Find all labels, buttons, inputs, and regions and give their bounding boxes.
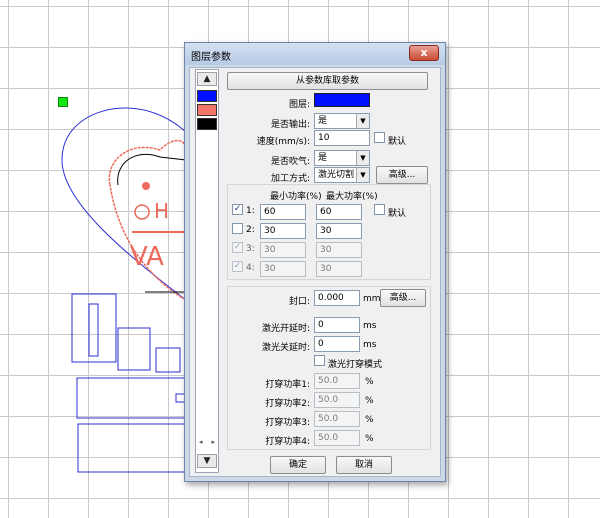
pierce-power-3-unit: % [365,415,374,425]
layer-swatch-coral[interactable] [197,104,217,116]
pierce-power-4-input[interactable]: 50.0 [314,430,360,446]
seal-label: 封口: [288,297,310,307]
layer-label: 图层: [288,100,310,110]
laser-off-delay-unit: ms [363,340,377,350]
power-row-2-min-input[interactable]: 30 [260,223,306,239]
scroll-up-icon[interactable]: ▲ [197,72,217,86]
ok-button[interactable]: 确定 [270,456,326,474]
dialog-titlebar[interactable]: 图层参数 x [185,43,445,65]
power-row-4-min-input[interactable]: 30 [260,261,306,277]
dialog-body: ▲ ◂ ▸ ▼ 从参数库取参数 图层: 是否输出: 是 ▼ 速度(mm/s): 1… [189,67,441,477]
power-row-1-max-input[interactable]: 60 [316,204,362,220]
layer-params-dialog: 图层参数 x ▲ ◂ ▸ ▼ 从参数库取参数 图层: 是否输出: 是 ▼ 速度(m… [184,42,446,482]
power-row-3-min-input[interactable]: 30 [260,242,306,258]
shape-rect-4 [155,347,181,373]
layer-swatch-blue[interactable] [197,90,217,102]
pierce-power-2-unit: % [365,396,374,406]
process-label: 加工方式: [270,174,310,184]
speed-input[interactable]: 10 [314,130,370,146]
power-row-4-label: 4: [246,263,255,273]
coral-badge [108,139,187,302]
chevron-down-icon: ▼ [356,114,369,128]
pierce-power-4-label: 打穿功率4: [265,437,310,447]
pierce-mode-checkbox[interactable] [314,355,325,366]
power-default-checkbox[interactable] [374,204,385,215]
power-row-1-min-input[interactable]: 60 [260,204,306,220]
speed-label: 速度(mm/s): [256,137,310,147]
power-row-3-max-input[interactable]: 30 [316,242,362,258]
pierce-power-1-label: 打穿功率1: [265,380,310,390]
heart-badge-icon [134,204,150,220]
power-row-4-max-input[interactable]: 30 [316,261,362,277]
seal-unit: mm [363,294,381,304]
chevron-down-icon: ▼ [356,168,369,182]
power-row-1-label: 1: [246,206,255,216]
art-text-va: VA [130,242,164,272]
laser-off-delay-label: 激光关延时: [261,343,310,353]
power-row-3-checkbox[interactable]: ✓ [232,242,243,253]
output-value: 是 [318,116,328,126]
pierce-power-4-unit: % [365,434,374,444]
blow-value: 是 [318,153,328,163]
load-from-library-button[interactable]: 从参数库取参数 [227,72,428,90]
pierce-power-1-input[interactable]: 50.0 [314,373,360,389]
power-row-3-label: 3: [246,244,255,254]
power-row-2-checkbox[interactable] [232,223,243,234]
power-row-4-checkbox[interactable]: ✓ [232,261,243,272]
horizontal-scroll[interactable]: ◂ ▸ [197,438,217,448]
output-select[interactable]: 是 ▼ [314,113,370,129]
blow-select[interactable]: 是 ▼ [314,150,370,166]
process-advanced-button[interactable]: 高级... [376,166,428,184]
layer-color-box[interactable] [314,93,370,107]
blow-label: 是否吹气: [270,157,310,167]
close-button[interactable]: x [409,45,439,61]
laser-on-delay-unit: ms [363,321,377,331]
laser-off-delay-input[interactable]: 0 [314,336,360,352]
output-label: 是否输出: [270,120,310,130]
laser-on-delay-label: 激光开延时: [261,324,310,334]
shape-rect-2 [88,303,99,357]
pierce-mode-label: 激光打穿模式 [328,360,383,370]
bird-icon [142,182,150,190]
power-default-label: 默认 [388,209,407,219]
layer-list[interactable]: ▲ ◂ ▸ ▼ [195,69,219,473]
seal-input[interactable]: 0.000 [314,290,360,306]
shape-rect-3 [117,327,151,371]
power-row-2-max-input[interactable]: 30 [316,223,362,239]
seal-advanced-button[interactable]: 高级... [380,289,426,307]
cancel-button[interactable]: 取消 [336,456,392,474]
pierce-power-2-input[interactable]: 50.0 [314,392,360,408]
dialog-title: 图层参数 [191,52,231,63]
process-select[interactable]: 激光切割 ▼ [314,167,370,183]
process-value: 激光切割 [318,170,355,180]
laser-on-delay-input[interactable]: 0 [314,317,360,333]
pierce-power-3-input[interactable]: 50.0 [314,411,360,427]
power-row-2-label: 2: [246,225,255,235]
pierce-power-2-label: 打穿功率2: [265,399,310,409]
chevron-down-icon: ▼ [356,151,369,165]
shape-rect-5 [76,377,188,419]
pierce-power-3-label: 打穿功率3: [265,418,310,428]
shape-rect-7 [77,423,189,473]
scroll-left-icon[interactable]: ◂ [199,438,203,448]
scroll-right-icon[interactable]: ▸ [211,438,215,448]
min-power-header: 最小功率(%) [270,192,322,202]
selection-handle[interactable] [58,97,68,107]
speed-default-checkbox[interactable] [374,132,385,143]
pierce-power-1-unit: % [365,377,374,387]
layer-swatch-black[interactable] [197,118,217,130]
scroll-down-icon[interactable]: ▼ [197,454,217,468]
art-text-h: H [154,199,169,223]
speed-default-label: 默认 [388,137,407,147]
power-row-1-checkbox[interactable]: ✓ [232,204,243,215]
max-power-header: 最大功率(%) [326,192,378,202]
